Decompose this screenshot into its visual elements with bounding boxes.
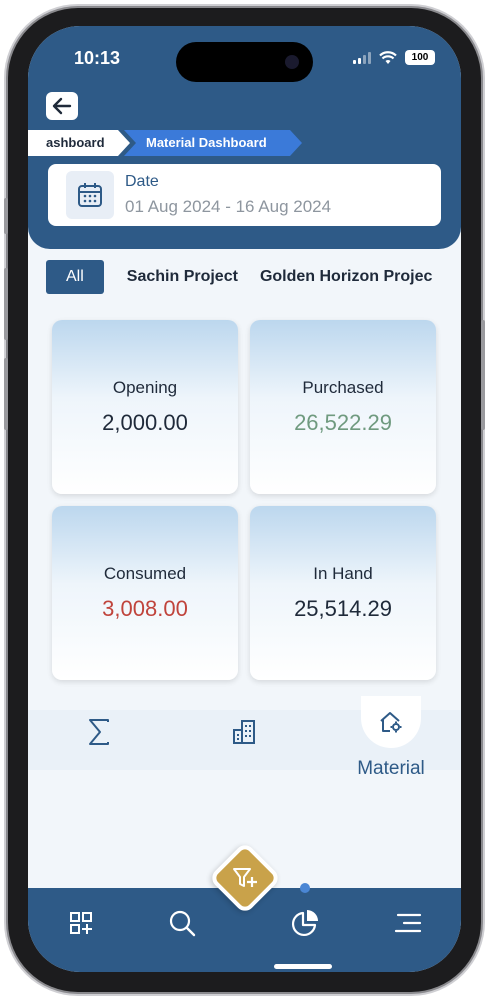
search-icon bbox=[169, 910, 196, 937]
card-value: 3,008.00 bbox=[102, 596, 188, 621]
dynamic-island bbox=[176, 42, 313, 82]
card-purchased[interactable]: Purchased 26,522.29 bbox=[250, 320, 436, 494]
pie-chart-icon bbox=[291, 910, 318, 937]
tab-sachin-project[interactable]: Sachin Project bbox=[127, 268, 238, 286]
subnav-material[interactable]: Material bbox=[346, 696, 436, 780]
card-label: Opening bbox=[112, 378, 178, 397]
nav-menu-button[interactable] bbox=[391, 906, 425, 940]
active-indicator-dot bbox=[300, 883, 310, 893]
filter-add-icon bbox=[233, 868, 257, 887]
wifi-icon bbox=[379, 50, 397, 64]
subnav-summary[interactable] bbox=[86, 718, 112, 746]
project-tabs: All Sachin Project Golden Horizon Projec bbox=[46, 260, 454, 294]
card-label: Consumed bbox=[103, 564, 187, 583]
power-button bbox=[481, 320, 485, 430]
building-icon bbox=[233, 720, 255, 744]
signal-icon bbox=[353, 51, 371, 64]
menu-icon bbox=[394, 913, 422, 933]
nav-grid-button[interactable] bbox=[64, 906, 98, 940]
screen: 10:13 100 ashboard Material Dashboard Da… bbox=[28, 26, 461, 972]
header: 10:13 100 ashboard Material Dashboard Da… bbox=[28, 26, 461, 249]
date-range-value: 01 Aug 2024 - 16 Aug 2024 bbox=[125, 197, 332, 216]
card-in-hand[interactable]: In Hand 25,514.29 bbox=[250, 506, 436, 680]
breadcrumb-previous[interactable]: ashboard bbox=[28, 130, 130, 156]
card-label: In Hand bbox=[313, 564, 373, 583]
calendar-icon bbox=[66, 171, 114, 219]
action-button bbox=[4, 198, 8, 234]
home-indicator bbox=[274, 964, 332, 969]
arrow-left-icon bbox=[52, 97, 72, 115]
sub-navigation: Material bbox=[28, 696, 461, 800]
breadcrumb-current: Material Dashboard bbox=[124, 130, 302, 156]
date-label: Date bbox=[125, 173, 159, 190]
tab-golden-horizon-project[interactable]: Golden Horizon Projec bbox=[260, 268, 432, 286]
sigma-icon bbox=[89, 719, 109, 745]
nav-search-button[interactable] bbox=[165, 906, 199, 940]
card-value: 25,514.29 bbox=[294, 596, 392, 621]
subnav-projects[interactable] bbox=[230, 718, 258, 746]
grid-add-icon bbox=[70, 912, 92, 934]
tab-all[interactable]: All bbox=[46, 260, 104, 294]
back-button[interactable] bbox=[46, 92, 78, 120]
home-gear-icon bbox=[380, 712, 402, 733]
date-filter[interactable]: Date 01 Aug 2024 - 16 Aug 2024 bbox=[48, 164, 441, 226]
card-value: 2,000.00 bbox=[102, 410, 188, 435]
nav-dashboard-button[interactable] bbox=[288, 906, 322, 940]
card-consumed[interactable]: Consumed 3,008.00 bbox=[52, 506, 238, 680]
subnav-material-label: Material bbox=[357, 758, 425, 779]
status-time: 10:13 bbox=[74, 48, 121, 68]
card-value: 26,522.29 bbox=[294, 410, 392, 435]
card-opening[interactable]: Opening 2,000.00 bbox=[52, 320, 238, 494]
volume-down-button bbox=[4, 358, 8, 430]
battery-icon: 100 bbox=[405, 50, 435, 65]
card-label: Purchased bbox=[302, 378, 384, 397]
volume-up-button bbox=[4, 268, 8, 340]
status-icons: 100 bbox=[353, 50, 435, 65]
